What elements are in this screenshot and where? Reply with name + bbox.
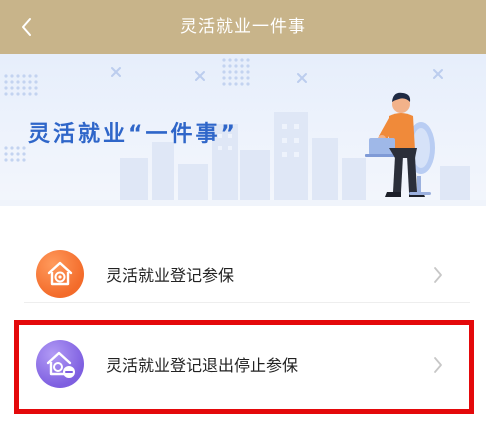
menu-item-cancel-insurance[interactable]: 灵活就业登记退出停止参保: [14, 322, 472, 408]
service-menu: 灵活就业登记参保 灵活就业登记退出停止参保: [0, 206, 486, 428]
page-title: 灵活就业一件事: [180, 17, 306, 37]
app-page: 灵活就业一件事 灵活就业“一件事” 灵活就业登记参保 灵活就业登记退出停止参保: [0, 0, 486, 428]
chevron-right-icon: [434, 357, 442, 373]
house-stop-icon: [36, 340, 84, 388]
house-shield-icon: [36, 250, 84, 298]
menu-item-label: 灵活就业登记退出停止参保: [106, 356, 299, 375]
menu-divider: [24, 302, 470, 303]
person-illustration: [365, 92, 435, 197]
menu-item-label: 灵活就业登记参保: [106, 266, 235, 285]
banner-title: 灵活就业“一件事”: [28, 122, 238, 147]
top-nav-bar: 灵活就业一件事: [0, 0, 486, 54]
menu-item-register-insurance[interactable]: 灵活就业登记参保: [14, 232, 472, 318]
chevron-right-icon: [434, 267, 442, 283]
banner: 灵活就业“一件事”: [0, 54, 486, 206]
